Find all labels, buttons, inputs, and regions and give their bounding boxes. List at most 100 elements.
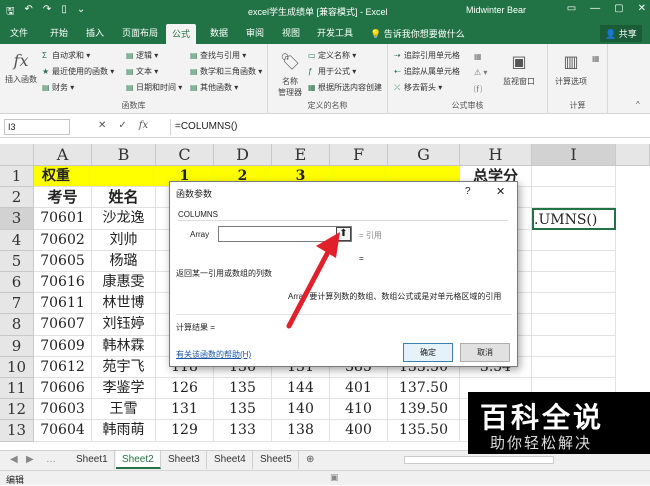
cell-f13[interactable]: 400	[330, 420, 388, 442]
undo-icon[interactable]: ↶	[25, 4, 33, 21]
define-name-button[interactable]: ▭ 定义名称 ▾	[308, 50, 356, 61]
row-header[interactable]: 12	[0, 399, 34, 421]
row-header[interactable]: 10	[0, 356, 34, 378]
row-header[interactable]: 9	[0, 335, 34, 357]
cell-a1[interactable]: 权重	[34, 166, 92, 188]
sheet-tab-4[interactable]: Sheet4	[208, 451, 253, 469]
lookup-button[interactable]: ▤ 查找与引用 ▾	[190, 50, 246, 61]
recent-functions-button[interactable]: ★ 最近使用的函数 ▾	[42, 66, 114, 77]
name-box[interactable]: I3	[4, 119, 70, 135]
row-header[interactable]: 6	[0, 272, 34, 294]
tell-me-search[interactable]: 💡 告诉我你想要做什么	[370, 27, 465, 40]
cell-a11[interactable]: 70606	[34, 378, 92, 400]
cell-i3[interactable]: .UMNS()	[532, 208, 616, 230]
cell-f11[interactable]: 401	[330, 378, 388, 400]
sheet-scroll-right-icon[interactable]: ▶	[20, 451, 40, 469]
tab-formulas[interactable]: 公式	[166, 24, 197, 44]
cell-i9[interactable]	[532, 335, 616, 357]
watch-window-button[interactable]: ▣ 监视窗口	[496, 52, 542, 87]
cell-i1[interactable]	[532, 166, 616, 188]
cell-i8[interactable]	[532, 314, 616, 336]
use-in-formula-button[interactable]: ƒ 用于公式 ▾	[308, 66, 356, 77]
cell-g11[interactable]: 137.50	[388, 378, 460, 400]
create-from-selection-button[interactable]: ▦ 根据所选内容创建	[308, 82, 382, 93]
col-header-i[interactable]: I	[532, 144, 616, 166]
cell-g13[interactable]: 135.50	[388, 420, 460, 442]
cell-c12[interactable]: 131	[156, 399, 214, 421]
cancel-icon[interactable]: ✕	[98, 120, 106, 131]
maximize-button[interactable]: ▢	[614, 3, 623, 14]
cell-a13[interactable]: 70604	[34, 420, 92, 442]
sheet-tab-3[interactable]: Sheet3	[162, 451, 207, 469]
cell-b12[interactable]: 王雪	[92, 399, 156, 421]
col-header-f[interactable]: F	[330, 144, 388, 166]
tab-insert[interactable]: 插入	[86, 26, 104, 39]
cell-b4[interactable]: 刘帅	[92, 229, 156, 251]
col-header-h[interactable]: H	[460, 144, 532, 166]
trace-precedents-button[interactable]: ⇢ 追踪引用单元格	[394, 50, 460, 61]
cell-b10[interactable]: 苑宇飞	[92, 356, 156, 378]
tab-view[interactable]: 视图	[282, 26, 300, 39]
name-manager-button[interactable]: 🏷 名称 管理器	[272, 52, 308, 98]
horizontal-scrollbar[interactable]	[404, 456, 554, 464]
financial-button[interactable]: ▤ 财务 ▾	[42, 82, 74, 93]
share-button[interactable]: 👤 共享	[600, 25, 642, 42]
customize-qa-icon[interactable]: ⌄	[77, 4, 85, 21]
col-header-c[interactable]: C	[156, 144, 214, 166]
sheet-more-icon[interactable]: …	[40, 451, 62, 469]
col-header-g[interactable]: G	[388, 144, 460, 166]
fx-icon[interactable]: fx	[139, 120, 148, 131]
cell-e12[interactable]: 140	[272, 399, 330, 421]
cell-b8[interactable]: 刘钰婷	[92, 314, 156, 336]
cell-b3[interactable]: 沙龙逸	[92, 208, 156, 230]
row-header[interactable]: 5	[0, 250, 34, 272]
cell-g12[interactable]: 139.50	[388, 399, 460, 421]
row-header[interactable]: 3	[0, 208, 34, 230]
row-header[interactable]: 4	[0, 229, 34, 251]
other-functions-button[interactable]: ▤ 其他函数 ▾	[190, 82, 238, 93]
collapse-dialog-button[interactable]: ⬆	[336, 227, 351, 241]
col-header-d[interactable]: D	[214, 144, 272, 166]
cell-a9[interactable]: 70609	[34, 335, 92, 357]
formula-input[interactable]: =COLUMNS()	[170, 119, 646, 135]
cell-b1[interactable]	[92, 166, 156, 188]
cell-d12[interactable]: 135	[214, 399, 272, 421]
row-header[interactable]: 13	[0, 420, 34, 442]
cell-a2[interactable]: 考号	[34, 187, 92, 209]
cell-a5[interactable]: 70605	[34, 250, 92, 272]
macro-record-icon[interactable]: ▣	[330, 472, 339, 483]
cell-a8[interactable]: 70607	[34, 314, 92, 336]
tab-data[interactable]: 数据	[210, 26, 228, 39]
save-icon[interactable]: 🖫	[6, 4, 15, 21]
cell-c13[interactable]: 129	[156, 420, 214, 442]
cell-b7[interactable]: 林世博	[92, 293, 156, 315]
cell-d13[interactable]: 133	[214, 420, 272, 442]
cell-a12[interactable]: 70603	[34, 399, 92, 421]
tab-page-layout[interactable]: 页面布局	[122, 26, 158, 39]
trace-dependents-button[interactable]: ⇠ 追踪从属单元格	[394, 66, 460, 77]
cell-e11[interactable]: 144	[272, 378, 330, 400]
help-link[interactable]: 有关该函数的帮助(H)	[176, 349, 251, 360]
cell-c11[interactable]: 126	[156, 378, 214, 400]
cell-i6[interactable]	[532, 272, 616, 294]
cell-a6[interactable]: 70616	[34, 272, 92, 294]
user-name[interactable]: Midwinter Bear	[466, 5, 526, 15]
cell-a10[interactable]: 70612	[34, 356, 92, 378]
cell-b11[interactable]: 李鉴学	[92, 378, 156, 400]
sheet-tab-1[interactable]: Sheet1	[70, 451, 115, 469]
cell-i7[interactable]	[532, 293, 616, 315]
close-button[interactable]: ✕	[638, 3, 646, 14]
redo-icon[interactable]: ↷	[43, 4, 51, 21]
cell-i10[interactable]	[532, 356, 616, 378]
math-button[interactable]: ▤ 数学和三角函数 ▾	[190, 66, 262, 77]
autosum-button[interactable]: Σ 自动求和 ▾	[42, 50, 90, 61]
row-header[interactable]: 11	[0, 378, 34, 400]
insert-function-button[interactable]: fx 插入函数	[4, 50, 38, 85]
col-header-empty[interactable]	[616, 144, 650, 166]
error-check-icon[interactable]: ⚠ ▾	[474, 68, 487, 77]
cell-i4[interactable]	[532, 229, 616, 251]
cell-i5[interactable]	[532, 250, 616, 272]
row-header[interactable]: 8	[0, 314, 34, 336]
collapse-ribbon-icon[interactable]: ^	[636, 100, 640, 109]
col-header-a[interactable]: A	[34, 144, 92, 166]
